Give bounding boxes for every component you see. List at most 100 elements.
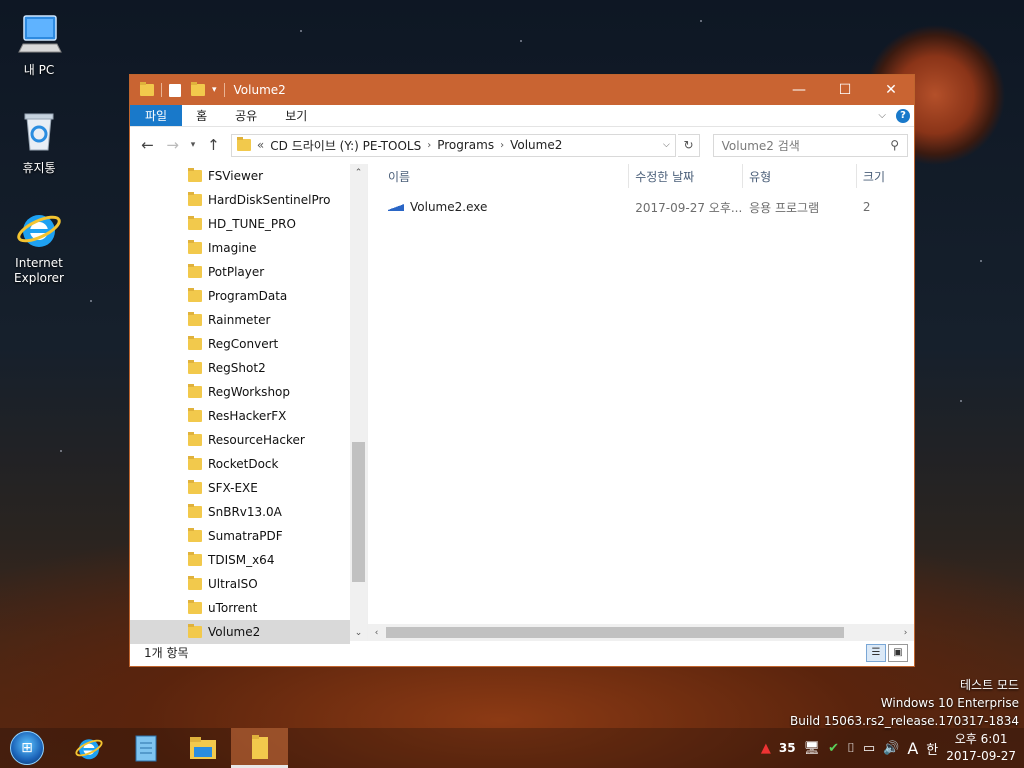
- forward-button[interactable]: →: [161, 133, 184, 157]
- breadcrumb-overflow[interactable]: «: [257, 138, 264, 152]
- folder-icon: [188, 264, 202, 278]
- volume-icon[interactable]: 🔊: [883, 741, 899, 756]
- folder-icon: [188, 600, 202, 614]
- nav-item-label: Imagine: [208, 241, 257, 255]
- display-icon[interactable]: 🖥: [804, 741, 821, 756]
- language-indicator[interactable]: 한: [926, 739, 938, 758]
- network-activity-icon[interactable]: ▲: [761, 741, 771, 756]
- nav-item-label: Rainmeter: [208, 313, 271, 327]
- search-input[interactable]: Volume2 검색 ⚲: [712, 133, 909, 157]
- nav-item-label: ProgramData: [208, 289, 288, 303]
- tab-file[interactable]: 파일: [130, 105, 183, 126]
- ime-mode-indicator[interactable]: A: [907, 739, 918, 758]
- desktop-icon-recycle-bin[interactable]: 휴지통: [1, 108, 77, 176]
- test-mode-watermark: 테스트 모드 Windows 10 Enterprise Build 15063…: [790, 678, 1019, 728]
- expand-ribbon-icon[interactable]: ⌵: [878, 110, 886, 121]
- column-date-modified[interactable]: 수정한 날짜: [629, 164, 744, 188]
- taskbar-internet-explorer[interactable]: [60, 728, 117, 768]
- nav-item[interactable]: SFX-EXE: [130, 476, 350, 500]
- nav-item[interactable]: Rainmeter: [130, 308, 350, 332]
- temperature-indicator[interactable]: 35: [779, 741, 796, 755]
- close-button[interactable]: ✕: [868, 75, 914, 105]
- scroll-left-icon[interactable]: ‹: [368, 628, 385, 638]
- notepad-icon: [135, 735, 156, 762]
- breadcrumb-drive[interactable]: CD 드라이브 (Y:) PE-TOOLS: [270, 137, 421, 154]
- maximize-button[interactable]: ☐: [822, 75, 868, 105]
- folder-icon: [140, 82, 154, 96]
- customize-qat-icon[interactable]: ▾: [212, 85, 217, 95]
- nav-item-label: SnBRv13.0A: [208, 505, 282, 519]
- breadcrumb-programs[interactable]: Programs: [437, 138, 494, 152]
- quick-access-toolbar: ▾: [130, 82, 228, 97]
- back-button[interactable]: ←: [136, 133, 159, 157]
- taskbar-notepad[interactable]: [117, 728, 174, 768]
- nav-item[interactable]: RegConvert: [130, 332, 350, 356]
- column-type[interactable]: 유형: [743, 164, 857, 188]
- notification-icon[interactable]: ▭: [863, 741, 875, 756]
- title-bar[interactable]: ▾ Volume2 — ☐ ✕: [130, 75, 914, 105]
- usb-icon[interactable]: ⌷: [847, 741, 855, 756]
- recent-locations-button[interactable]: ▾: [186, 133, 200, 157]
- nav-item[interactable]: ProgramData: [130, 284, 350, 308]
- properties-icon[interactable]: [169, 83, 181, 97]
- help-icon[interactable]: ?: [896, 108, 910, 123]
- nav-item-label: uTorrent: [208, 601, 258, 615]
- nav-item[interactable]: TDISM_x64: [130, 548, 350, 572]
- nav-item[interactable]: SnBRv13.0A: [130, 500, 350, 524]
- desktop-icon-my-pc[interactable]: 내 PC: [1, 10, 77, 78]
- file-row[interactable]: Volume2.exe 2017-09-27 오후... 응용 프로그램 2: [368, 196, 914, 218]
- scroll-right-icon[interactable]: ›: [897, 628, 914, 638]
- large-icons-view-button[interactable]: ▣: [888, 643, 908, 662]
- nav-item-label: FSViewer: [208, 169, 264, 183]
- nav-item[interactable]: HardDiskSentinelPro: [130, 188, 350, 212]
- nav-item[interactable]: FSViewer: [130, 164, 350, 188]
- folder-icon: [188, 384, 202, 398]
- nav-item[interactable]: ResourceHacker: [130, 428, 350, 452]
- address-bar[interactable]: « CD 드라이브 (Y:) PE-TOOLS › Programs › Vol…: [230, 133, 677, 157]
- nav-item[interactable]: Imagine: [130, 236, 350, 260]
- start-button[interactable]: ⊞: [0, 728, 54, 768]
- nav-item-label: ResourceHacker: [208, 433, 305, 447]
- search-icon: ⚲: [890, 138, 900, 152]
- breadcrumb-volume2[interactable]: Volume2: [510, 138, 562, 152]
- tab-home[interactable]: 홈: [182, 105, 221, 126]
- desktop-icon-internet-explorer[interactable]: Internet Explorer: [1, 205, 77, 286]
- folder-icon: [188, 576, 202, 590]
- nav-item[interactable]: HD_TUNE_PRO: [130, 212, 350, 236]
- tab-view[interactable]: 보기: [271, 105, 321, 126]
- column-name[interactable]: 이름: [368, 164, 630, 188]
- system-tray: ▲ 35 🖥 ✔ ⌷ ▭ 🔊 A 한 오후 6:01 2017-09-27: [761, 731, 1024, 765]
- chevron-down-icon[interactable]: ⌵: [657, 140, 675, 150]
- column-size[interactable]: 크기: [857, 164, 914, 188]
- details-view-button[interactable]: ☰: [866, 643, 886, 662]
- nav-item[interactable]: RocketDock: [130, 452, 350, 476]
- clock[interactable]: 오후 6:01 2017-09-27: [946, 731, 1016, 765]
- new-folder-icon[interactable]: [191, 82, 205, 96]
- scroll-thumb[interactable]: [386, 627, 844, 638]
- chevron-right-icon[interactable]: ›: [427, 140, 431, 151]
- taskbar-folder-window[interactable]: [231, 728, 288, 768]
- nav-item[interactable]: RegShot2: [130, 356, 350, 380]
- nav-item[interactable]: uTorrent: [130, 596, 350, 620]
- nav-item[interactable]: UltraISO: [130, 572, 350, 596]
- check-icon[interactable]: ✔: [828, 741, 839, 756]
- folder-icon: [188, 432, 202, 446]
- nav-item[interactable]: PotPlayer: [130, 260, 350, 284]
- folder-icon: [188, 528, 202, 542]
- tab-share[interactable]: 공유: [221, 105, 271, 126]
- folder-icon: [188, 336, 202, 350]
- scroll-thumb[interactable]: [352, 442, 365, 582]
- up-button[interactable]: ↑: [202, 133, 225, 157]
- taskbar-file-explorer[interactable]: [174, 728, 231, 768]
- nav-item-label: PotPlayer: [208, 265, 265, 279]
- nav-item[interactable]: SumatraPDF: [130, 524, 350, 548]
- file-list-pane: ^ 이름 수정한 날짜 유형 크기 Volume2.exe 2017-09-27…: [368, 164, 914, 641]
- nav-vertical-scrollbar[interactable]: ⌃ ⌄: [350, 164, 367, 641]
- scroll-up-icon[interactable]: ⌃: [350, 164, 367, 181]
- nav-item-label: RegWorkshop: [208, 385, 291, 399]
- nav-item[interactable]: ResHackerFX: [130, 404, 350, 428]
- minimize-button[interactable]: —: [776, 75, 822, 105]
- chevron-right-icon[interactable]: ›: [500, 140, 504, 151]
- nav-item[interactable]: RegWorkshop: [130, 380, 350, 404]
- refresh-button[interactable]: ↻: [678, 133, 700, 157]
